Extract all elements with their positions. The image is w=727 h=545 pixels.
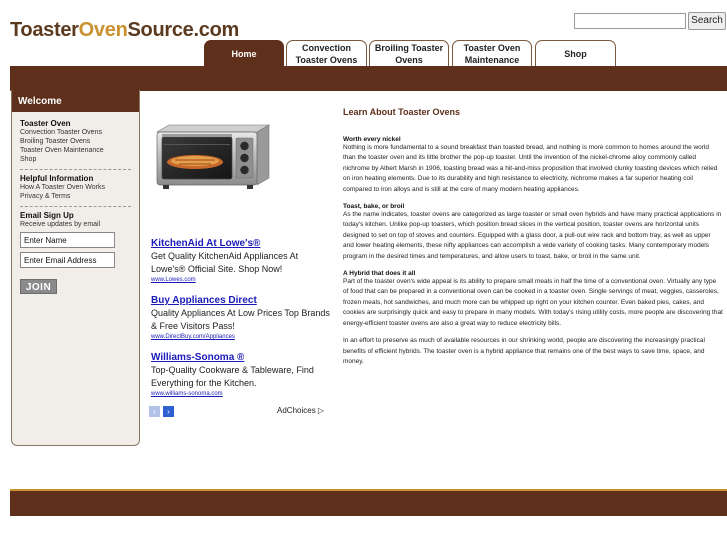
section-paragraph: Part of the toaster oven's wide appeal i… — [343, 278, 723, 327]
adchoices-icon: ▷ — [317, 406, 325, 415]
sidebar-link-how-it-works[interactable]: How A Toaster Oven Works — [20, 183, 131, 192]
logo-part-2: Oven — [78, 19, 128, 41]
tab-toaster-oven-maintenance[interactable]: Toaster Oven Maintenance — [452, 40, 532, 66]
name-field[interactable]: Enter Name — [20, 232, 115, 248]
main-content: Learn About Toaster Ovens Worth every ni… — [343, 107, 723, 367]
ad-title-link[interactable]: KitchenAid At Lowe's® — [151, 238, 331, 249]
sidebar-link-shop[interactable]: Shop — [20, 155, 131, 164]
section-paragraph: As the name indicates, toaster ovens are… — [343, 211, 722, 260]
ad-description: Quality Appliances At Low Prices Top Bra… — [151, 308, 330, 331]
footer-bar — [10, 491, 727, 516]
closing-paragraph: In an effort to preserve as much of avai… — [343, 337, 705, 365]
search-input[interactable] — [574, 13, 686, 29]
ad-url-link[interactable]: www.DirectBuy.com/Appliances — [151, 334, 331, 340]
sidebar-link-maintenance[interactable]: Toaster Oven Maintenance — [20, 146, 131, 155]
email-signup-subtext: Receive updates by email — [20, 221, 101, 228]
site-logo[interactable]: ToasterOvenSource.com — [10, 19, 239, 42]
sidebar-divider — [20, 169, 131, 170]
tab-shop[interactable]: Shop — [535, 40, 616, 66]
section-heading: A Hybrid that does it all — [343, 270, 416, 278]
email-field[interactable]: Enter Email Address — [20, 252, 115, 268]
tab-home[interactable]: Home — [204, 40, 284, 66]
sidebar-heading-helpful-info: Helpful Information — [20, 174, 94, 183]
ad-description: Top-Quality Cookware & Tableware, Find E… — [151, 365, 314, 388]
ad-unit: KitchenAid At Lowe's® Get Quality Kitche… — [151, 238, 331, 283]
sidebar-heading-email-signup: Email Sign Up — [20, 211, 74, 220]
ad-next-icon[interactable]: › — [163, 406, 174, 417]
section-heading: Toast, bake, or broil — [343, 203, 405, 211]
ad-unit: Buy Appliances Direct Quality Appliances… — [151, 295, 331, 340]
ad-title-link[interactable]: Williams-Sonoma ® — [151, 352, 331, 363]
ad-unit: Williams-Sonoma ® Top-Quality Cookware &… — [151, 352, 331, 397]
logo-part-3: Source.com — [127, 19, 240, 41]
tab-convection-toaster-ovens[interactable]: Convection Toaster Ovens — [286, 40, 367, 66]
search-button[interactable]: Search — [688, 12, 726, 30]
sidebar-link-convection[interactable]: Convection Toaster Ovens — [20, 128, 131, 137]
top-nav-bar — [10, 66, 727, 91]
logo-part-1: Toaster — [10, 19, 79, 41]
adchoices-label: AdChoices — [277, 406, 316, 415]
join-button[interactable]: JOIN — [20, 279, 57, 294]
ad-description: Get Quality KitchenAid Appliances At Low… — [151, 251, 299, 274]
sidebar-link-broiling[interactable]: Broiling Toaster Ovens — [20, 137, 131, 146]
sidebar-header: Welcome — [12, 90, 139, 112]
toaster-oven-image — [155, 124, 271, 189]
sidebar-heading-toaster-oven: Toaster Oven — [20, 119, 71, 128]
section-paragraph: Nothing is more fundamental to a sound b… — [343, 144, 718, 193]
ad-url-link[interactable]: www.Lowes.com — [151, 277, 331, 283]
adchoices-link[interactable]: AdChoices ▷ — [277, 406, 324, 415]
ad-url-link[interactable]: www.williams-sonoma.com — [151, 391, 331, 397]
sidebar-divider — [20, 206, 131, 207]
sidebar: Welcome Toaster Oven Convection Toaster … — [11, 90, 140, 446]
sidebar-link-privacy-terms[interactable]: Privacy & Terms — [20, 192, 131, 201]
tab-broiling-toaster-ovens[interactable]: Broiling Toaster Ovens — [369, 40, 449, 66]
ad-prev-icon[interactable]: ‹ — [149, 406, 160, 417]
section-heading: Worth every nickel — [343, 136, 401, 143]
page-title: Learn About Toaster Ovens — [343, 107, 461, 117]
ad-title-link[interactable]: Buy Appliances Direct — [151, 295, 331, 306]
